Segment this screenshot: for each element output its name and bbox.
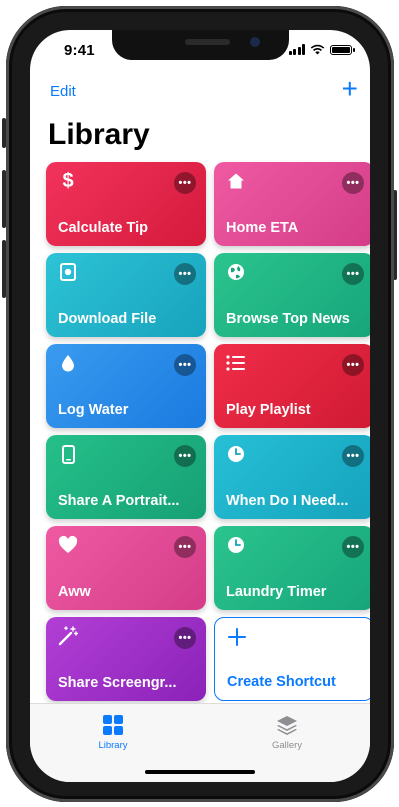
heart-icon bbox=[58, 535, 78, 555]
shortcut-card[interactable]: ••• Laundry Timer bbox=[214, 526, 370, 610]
list-icon bbox=[226, 353, 246, 373]
add-shortcut-button[interactable]: + bbox=[342, 75, 358, 103]
shortcut-card[interactable]: ••• Browse Top News bbox=[214, 253, 370, 337]
signal-icon bbox=[288, 44, 305, 55]
iphone-frame: 9:41 Edit + Library $ ••• Calculate Tip •••… bbox=[0, 0, 399, 807]
grid-icon bbox=[103, 715, 123, 735]
phone-icon bbox=[58, 444, 78, 464]
more-options-icon[interactable]: ••• bbox=[342, 263, 364, 285]
shortcut-card[interactable]: ••• Aww bbox=[46, 526, 206, 610]
shortcut-label: Calculate Tip bbox=[58, 220, 148, 236]
shortcut-label: Play Playlist bbox=[226, 402, 311, 418]
home-indicator bbox=[145, 770, 255, 774]
globe-icon bbox=[226, 262, 246, 282]
more-options-icon[interactable]: ••• bbox=[342, 354, 364, 376]
shortcut-label: Share A Portrait... bbox=[58, 493, 180, 509]
more-options-icon[interactable]: ••• bbox=[342, 172, 364, 194]
shortcut-label: Laundry Timer bbox=[226, 584, 327, 600]
shortcut-label: Log Water bbox=[58, 402, 129, 418]
shortcut-card[interactable]: ••• Share Screengr... bbox=[46, 617, 206, 701]
status-time: 9:41 bbox=[64, 42, 95, 59]
shortcut-card[interactable]: ••• Home ETA bbox=[214, 162, 370, 246]
clock-icon bbox=[226, 444, 246, 464]
more-options-icon[interactable]: ••• bbox=[174, 172, 196, 194]
screen: 9:41 Edit + Library $ ••• Calculate Tip •••… bbox=[30, 30, 370, 782]
shortcut-card[interactable]: ••• Play Playlist bbox=[214, 344, 370, 428]
house-icon bbox=[226, 171, 246, 191]
tab-gallery-label: Gallery bbox=[271, 740, 303, 751]
status-icons bbox=[288, 44, 355, 55]
more-options-icon[interactable]: ••• bbox=[174, 445, 196, 467]
tab-gallery[interactable]: Gallery bbox=[247, 714, 327, 751]
tab-library[interactable]: Library bbox=[73, 714, 153, 751]
front-camera bbox=[250, 37, 260, 47]
layers-icon bbox=[277, 716, 297, 735]
dollar-icon: $ bbox=[62, 169, 74, 192]
shortcut-card[interactable]: ••• When Do I Need... bbox=[214, 435, 370, 519]
more-options-icon[interactable]: ••• bbox=[174, 354, 196, 376]
tab-bar: Library Gallery bbox=[30, 703, 370, 782]
disk-icon bbox=[58, 262, 78, 282]
tab-library-label: Library bbox=[98, 740, 128, 751]
more-options-icon[interactable]: ••• bbox=[342, 445, 364, 467]
notch bbox=[112, 30, 289, 60]
shortcut-label: Share Screengr... bbox=[58, 675, 177, 691]
plus-icon bbox=[227, 627, 247, 647]
shortcut-card[interactable]: ••• Download File bbox=[46, 253, 206, 337]
wifi-icon bbox=[310, 44, 325, 55]
shortcut-card[interactable]: ••• Log Water bbox=[46, 344, 206, 428]
page-title: Library bbox=[48, 118, 150, 151]
shortcut-label: Home ETA bbox=[226, 220, 299, 236]
shortcut-card[interactable]: $ ••• Calculate Tip bbox=[46, 162, 206, 246]
shortcut-label: Download File bbox=[58, 311, 157, 327]
magic-wand-icon bbox=[58, 626, 78, 646]
shortcut-label: Browse Top News bbox=[226, 311, 350, 327]
shortcut-label: When Do I Need... bbox=[226, 493, 349, 509]
speaker bbox=[185, 39, 230, 45]
more-options-icon[interactable]: ••• bbox=[174, 536, 196, 558]
drop-icon bbox=[58, 353, 78, 373]
more-options-icon[interactable]: ••• bbox=[174, 627, 196, 649]
more-options-icon[interactable]: ••• bbox=[174, 263, 196, 285]
more-options-icon[interactable]: ••• bbox=[342, 536, 364, 558]
shortcut-label: Aww bbox=[58, 584, 91, 600]
edit-button[interactable]: Edit bbox=[50, 83, 76, 100]
shortcut-card[interactable]: ••• Share A Portrait... bbox=[46, 435, 206, 519]
create-shortcut-card[interactable]: Create Shortcut bbox=[214, 617, 370, 701]
create-shortcut-label: Create Shortcut bbox=[227, 674, 336, 690]
battery-icon bbox=[330, 44, 355, 55]
clock-icon bbox=[226, 535, 246, 555]
